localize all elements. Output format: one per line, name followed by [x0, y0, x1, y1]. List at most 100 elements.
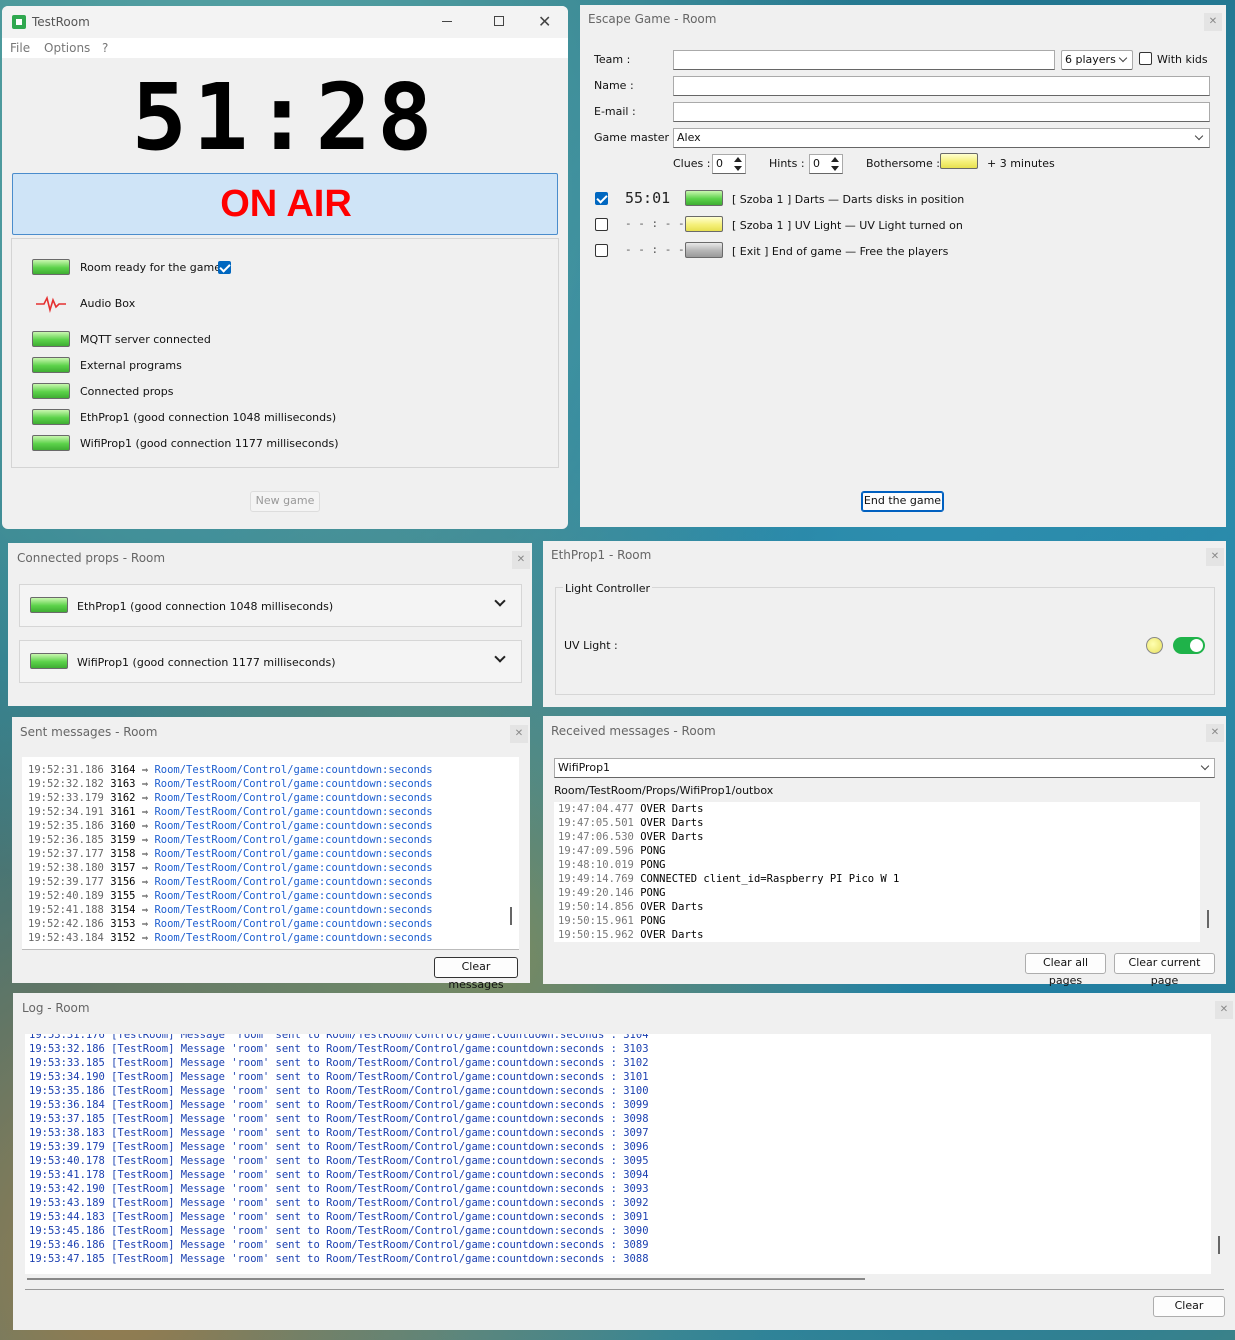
window-title: EthProp1 - Room [551, 548, 652, 562]
message-value: 3161 [110, 806, 136, 818]
prop-select[interactable]: WifiProp1 [554, 758, 1215, 778]
ethprop1-led [32, 409, 70, 425]
arrow-right-icon: ⇒ [135, 862, 155, 874]
close-icon[interactable]: ✕ [1215, 1001, 1233, 1019]
bothersome-led[interactable] [940, 153, 978, 169]
close-icon[interactable]: ✕ [512, 551, 530, 569]
menu-file[interactable]: File [10, 41, 30, 55]
log-value: 3089 [623, 1239, 649, 1251]
log-value: 3096 [623, 1141, 649, 1153]
log-value: 3090 [623, 1225, 649, 1237]
game-master-value: Alex [677, 131, 701, 144]
email-input[interactable] [673, 102, 1210, 122]
clear-log-button[interactable]: Clear [1153, 1296, 1225, 1317]
close-icon[interactable]: ✕ [510, 725, 528, 743]
sent-message-row: 19:52:33.179 3162 ⇒ Room/TestRoom/Contro… [28, 791, 433, 805]
light-controller-group: Light Controller UV Light : [555, 582, 1215, 695]
log-value: 3093 [623, 1183, 649, 1195]
message-text: OVER Darts [640, 901, 704, 913]
scrollbar-thumb[interactable] [1207, 910, 1209, 928]
menu-options[interactable]: Options [44, 41, 90, 55]
log-time: 19:53:46.186 [29, 1239, 105, 1251]
status-ethprop1: EthProp1 (good connection 1048 milliseco… [32, 409, 336, 425]
end-game-button[interactable]: End the game [861, 491, 944, 512]
with-kids-label: With kids [1157, 53, 1208, 66]
close-icon[interactable]: ✕ [1204, 13, 1222, 31]
received-message-row: 19:50:15.961 PONG [558, 914, 899, 928]
challenge-led [685, 242, 723, 258]
team-input[interactable] [673, 50, 1055, 70]
name-input[interactable] [673, 76, 1210, 96]
log-list[interactable]: 19:53:31.176 [TestRoom] Message 'room' s… [25, 1034, 1211, 1274]
log-message: [TestRoom] Message 'room' sent to Room/T… [104, 1113, 624, 1125]
challenge-checkbox[interactable] [595, 218, 608, 231]
window-title: Connected props - Room [17, 551, 166, 565]
new-game-button[interactable]: New game [250, 491, 320, 512]
log-row: 19:53:40.178 [TestRoom] Message 'room' s… [29, 1154, 649, 1168]
minimize-icon[interactable] [442, 21, 452, 22]
sent-messages-list[interactable]: 19:52:31.186 3164 ⇒ Room/TestRoom/Contro… [22, 757, 519, 949]
message-time: 19:52:40.189 [28, 890, 104, 902]
hints-label: Hints : [769, 157, 805, 170]
menu-help[interactable]: ? [102, 41, 108, 55]
log-time: 19:53:45.186 [29, 1225, 105, 1237]
log-message: [TestRoom] Message 'room' sent to Room/T… [104, 1099, 624, 1111]
close-icon[interactable]: ✕ [1206, 724, 1224, 742]
room-ready-checkbox[interactable] [218, 261, 231, 274]
hints-spinbox[interactable]: 0 [809, 154, 843, 174]
log-value: 3095 [623, 1155, 649, 1167]
clear-current-page-button[interactable]: Clear current page [1114, 953, 1215, 987]
spin-arrows-icon[interactable] [732, 154, 744, 174]
log-window: Log - Room ✕ 19:53:31.176 [TestRoom] Mes… [13, 993, 1235, 1330]
prop-label: WifiProp1 (good connection 1177 millisec… [77, 656, 336, 669]
log-row: 19:53:38.183 [TestRoom] Message 'room' s… [29, 1126, 649, 1140]
scrollbar-thumb[interactable] [510, 907, 512, 925]
prop-panel-wifiprop1[interactable]: WifiProp1 (good connection 1177 millisec… [19, 640, 522, 683]
log-time: 19:53:33.185 [29, 1057, 105, 1069]
with-kids-checkbox[interactable] [1139, 52, 1152, 65]
message-value: 3159 [110, 834, 136, 846]
clear-messages-button[interactable]: Clear messages [434, 957, 518, 991]
log-row: 19:53:35.186 [TestRoom] Message 'room' s… [29, 1084, 649, 1098]
close-icon[interactable]: ✕ [538, 12, 551, 31]
room-ready-led [32, 259, 70, 275]
received-messages-list[interactable]: 19:47:04.477 OVER Darts 19:47:05.501 OVER… [554, 802, 1200, 942]
window-title: Received messages - Room [551, 724, 716, 738]
chevron-down-icon[interactable] [494, 651, 506, 663]
challenge-led [685, 216, 723, 232]
maximize-icon[interactable] [494, 16, 504, 26]
log-message: [TestRoom] Message 'room' sent to Room/T… [104, 1239, 624, 1251]
close-icon[interactable]: ✕ [1206, 548, 1224, 566]
log-time: 19:53:37.185 [29, 1113, 105, 1125]
message-value: 3160 [110, 820, 136, 832]
challenge-checkbox[interactable] [595, 244, 608, 257]
chevron-down-icon[interactable] [494, 595, 506, 607]
horizontal-scrollbar[interactable] [27, 1278, 865, 1280]
chevron-down-icon [1200, 761, 1210, 771]
message-time: 19:52:39.177 [28, 876, 104, 888]
log-row: 19:53:47.185 [TestRoom] Message 'room' s… [29, 1252, 649, 1266]
game-master-select[interactable]: Alex [673, 128, 1210, 148]
scrollbar-thumb[interactable] [1218, 1236, 1220, 1254]
clues-spinbox[interactable]: 0 [712, 154, 746, 174]
message-topic: Room/TestRoom/Control/game:countdown:sec… [154, 862, 433, 874]
log-message: [TestRoom] Message 'room' sent to Room/T… [104, 1225, 624, 1237]
connected-props-window: Connected props - Room ✕ EthProp1 (good … [8, 543, 532, 706]
bothersome-label: Bothersome : [866, 157, 940, 170]
spin-arrows-icon[interactable] [829, 154, 841, 174]
challenge-checkbox[interactable] [595, 192, 608, 205]
wifiprop1-led [32, 435, 70, 451]
log-value: 3102 [623, 1057, 649, 1069]
players-select[interactable]: 6 players [1061, 50, 1133, 70]
prop-panel-ethprop1[interactable]: EthProp1 (good connection 1048 milliseco… [19, 584, 522, 627]
log-row: 19:53:41.178 [TestRoom] Message 'room' s… [29, 1168, 649, 1182]
message-value: 3158 [110, 848, 136, 860]
message-topic: Room/TestRoom/Control/game:countdown:sec… [154, 918, 433, 930]
external-led [32, 357, 70, 373]
log-message: [TestRoom] Message 'room' sent to Room/T… [104, 1169, 624, 1181]
message-topic: Room/TestRoom/Control/game:countdown:sec… [154, 764, 433, 776]
log-row: 19:53:42.190 [TestRoom] Message 'room' s… [29, 1182, 649, 1196]
uv-light-toggle[interactable] [1173, 637, 1205, 654]
clear-all-pages-button[interactable]: Clear all pages [1025, 953, 1106, 987]
countdown-display: 51:28 [131, 64, 439, 171]
